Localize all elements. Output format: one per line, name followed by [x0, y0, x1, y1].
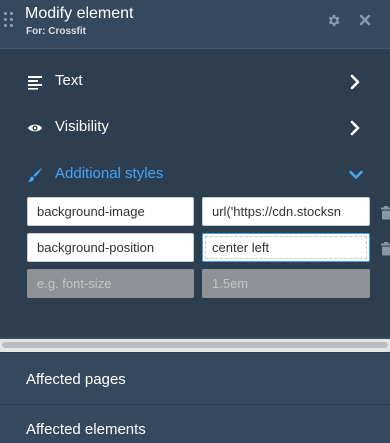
menu-item-additional-styles-label: Additional styles	[55, 165, 164, 182]
section-affected-pages-label: Affected pages	[26, 371, 126, 388]
close-icon[interactable]	[357, 12, 373, 28]
new-style-property-input[interactable]	[27, 269, 194, 298]
gear-icon[interactable]	[325, 12, 341, 28]
style-value-input[interactable]	[202, 197, 370, 226]
panel-title: Modify element	[25, 5, 134, 22]
menu-item-visibility-label: Visibility	[55, 118, 109, 135]
trash-icon[interactable]	[380, 242, 390, 256]
drag-handle-icon[interactable]	[4, 12, 13, 28]
new-style-value-input[interactable]	[202, 269, 370, 298]
section-affected-pages[interactable]: Affected pages	[0, 352, 390, 404]
panel-subtitle: For: Crossfit	[26, 26, 86, 37]
menu-item-visibility[interactable]: Visibility	[0, 108, 390, 148]
menu-item-text-label: Text	[55, 72, 83, 89]
eye-icon	[28, 124, 42, 132]
settings-panel: Text Visibility Additional styles	[0, 48, 390, 337]
scrollbar-thumb[interactable]	[2, 342, 388, 348]
panel-header: Modify element For: Crossfit	[0, 0, 390, 48]
chevron-right-icon	[350, 74, 360, 90]
style-value-input[interactable]	[202, 233, 370, 262]
chevron-down-icon	[349, 170, 363, 179]
section-affected-elements-label: Affected elements	[26, 421, 146, 438]
text-align-icon	[28, 76, 42, 90]
menu-item-text[interactable]: Text	[0, 62, 390, 102]
chevron-right-icon	[350, 120, 360, 136]
section-affected-elements[interactable]: Affected elements	[0, 404, 390, 443]
trash-icon[interactable]	[380, 206, 390, 220]
menu-item-additional-styles[interactable]: Additional styles	[0, 155, 390, 195]
paintbrush-icon	[28, 168, 42, 182]
style-property-input[interactable]	[27, 233, 194, 262]
horizontal-scrollbar[interactable]	[0, 339, 390, 352]
style-property-input[interactable]	[27, 197, 194, 226]
